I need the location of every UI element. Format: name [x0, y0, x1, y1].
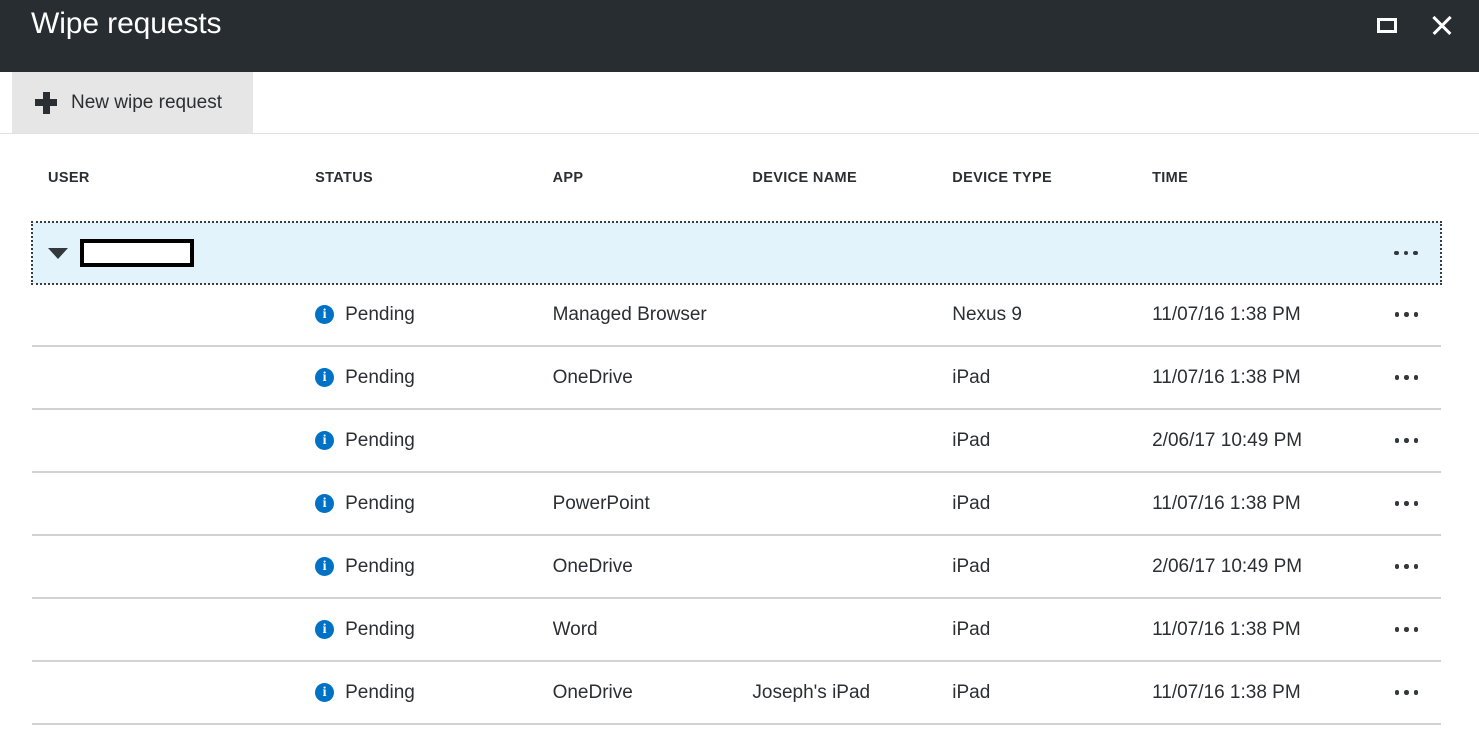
cell-app: OneDrive — [553, 682, 753, 704]
wipe-requests-table: USER STATUS APP DEVICE NAME DEVICE TYPE … — [0, 134, 1479, 739]
ellipsis-icon[interactable] — [1391, 682, 1423, 703]
cell-time: 2/06/17 10:49 PM — [1152, 430, 1372, 452]
cell-time: 11/07/16 1:38 PM — [1152, 682, 1372, 704]
cell-status: i Pending — [315, 430, 552, 452]
chevron-down-icon[interactable] — [48, 248, 68, 259]
cell-status: i Pending — [315, 682, 552, 704]
row-actions[interactable] — [1372, 556, 1441, 577]
cell-device-type: iPad — [952, 556, 1152, 578]
ellipsis-icon[interactable] — [1391, 430, 1423, 451]
cell-time: 11/07/16 1:38 PM — [1152, 493, 1372, 515]
table-header-row: USER STATUS APP DEVICE NAME DEVICE TYPE … — [0, 134, 1479, 222]
cell-app: Word — [553, 619, 753, 641]
column-header-time[interactable]: TIME — [1152, 170, 1372, 186]
table-row[interactable]: i Pending PowerPoint iPad11/07/16 1:38 PM — [32, 473, 1441, 536]
status-label: Pending — [345, 367, 415, 389]
new-wipe-request-button[interactable]: New wipe request — [12, 72, 253, 133]
ellipsis-icon[interactable] — [1390, 243, 1422, 264]
cell-device-type: iPad — [952, 619, 1152, 641]
row-actions[interactable] — [1372, 493, 1441, 514]
cell-device-type: iPad — [952, 682, 1152, 704]
row-actions[interactable] — [1372, 430, 1441, 451]
info-icon: i — [315, 368, 334, 387]
window-controls — [1371, 0, 1479, 41]
page-title: Wipe requests — [0, 0, 221, 39]
status-label: Pending — [345, 619, 415, 641]
cell-time: 11/07/16 1:38 PM — [1152, 304, 1372, 326]
cell-app: PowerPoint — [553, 493, 753, 515]
cell-app: Managed Browser — [553, 304, 753, 326]
column-header-status[interactable]: STATUS — [315, 170, 552, 186]
cell-device-type: Nexus 9 — [952, 304, 1152, 326]
ellipsis-icon[interactable] — [1391, 304, 1423, 325]
column-header-user[interactable]: USER — [48, 170, 315, 186]
info-icon: i — [315, 683, 334, 702]
plus-icon — [35, 92, 57, 114]
table-row[interactable]: i Pending Managed Browser Nexus 911/07/16 1… — [32, 284, 1441, 347]
cell-time: 11/07/16 1:38 PM — [1152, 619, 1372, 641]
table-row[interactable]: i Pending OneDrive iPad11/07/16 1:38 PM — [32, 347, 1441, 410]
ellipsis-icon[interactable] — [1391, 493, 1423, 514]
status-label: Pending — [345, 304, 415, 326]
status-label: Pending — [345, 682, 415, 704]
info-icon: i — [315, 431, 334, 450]
ellipsis-icon[interactable] — [1391, 556, 1423, 577]
cell-status: i Pending — [315, 493, 552, 515]
cell-device-type: iPad — [952, 367, 1152, 389]
status-label: Pending — [345, 556, 415, 578]
cell-time: 2/06/17 10:49 PM — [1152, 556, 1372, 578]
cell-app: OneDrive — [553, 556, 753, 578]
ellipsis-icon[interactable] — [1391, 619, 1423, 640]
close-icon — [1430, 14, 1452, 36]
row-actions[interactable] — [1372, 304, 1441, 325]
maximize-icon — [1377, 18, 1397, 33]
info-icon: i — [315, 494, 334, 513]
maximize-button[interactable] — [1371, 9, 1403, 41]
cell-status: i Pending — [315, 367, 552, 389]
cell-time: 11/07/16 1:38 PM — [1152, 367, 1372, 389]
info-icon: i — [315, 620, 334, 639]
cell-device-type: iPad — [952, 493, 1152, 515]
table-row[interactable]: i Pending OneDrive iPad2/06/17 10:49 PM — [32, 536, 1441, 599]
cell-status: i Pending — [315, 304, 552, 326]
cell-status: i Pending — [315, 619, 552, 641]
new-wipe-request-label: New wipe request — [71, 92, 222, 114]
column-header-device-name[interactable]: DEVICE NAME — [752, 170, 952, 186]
column-header-app[interactable]: APP — [553, 170, 753, 186]
status-label: Pending — [345, 493, 415, 515]
table-body: iPendingManaged BrowserNexus 911/07/16 1… — [0, 284, 1479, 725]
close-button[interactable] — [1425, 9, 1457, 41]
ellipsis-icon[interactable] — [1391, 367, 1423, 388]
table-row[interactable]: i Pending OneDriveJoseph's iPadiPad11/07/1… — [32, 662, 1441, 725]
table-group-row-selected[interactable] — [32, 222, 1441, 284]
cell-status: i Pending — [315, 556, 552, 578]
info-icon: i — [315, 557, 334, 576]
table-row[interactable]: i Pending Word iPad11/07/16 1:38 PM — [32, 599, 1441, 662]
row-actions[interactable] — [1372, 367, 1441, 388]
column-header-device-type[interactable]: DEVICE TYPE — [952, 170, 1152, 186]
cell-app: OneDrive — [553, 367, 753, 389]
status-label: Pending — [345, 430, 415, 452]
cell-device-name: Joseph's iPad — [752, 682, 952, 704]
user-name-redacted — [80, 239, 194, 267]
cell-device-type: iPad — [952, 430, 1152, 452]
row-actions[interactable] — [1372, 619, 1441, 640]
command-bar: New wipe request — [0, 72, 1479, 134]
table-row[interactable]: i Pending iPad2/06/17 10:49 PM — [32, 410, 1441, 473]
group-row-actions[interactable] — [1371, 222, 1441, 284]
row-actions[interactable] — [1372, 682, 1441, 703]
window-titlebar: Wipe requests — [0, 0, 1479, 72]
info-icon: i — [315, 305, 334, 324]
